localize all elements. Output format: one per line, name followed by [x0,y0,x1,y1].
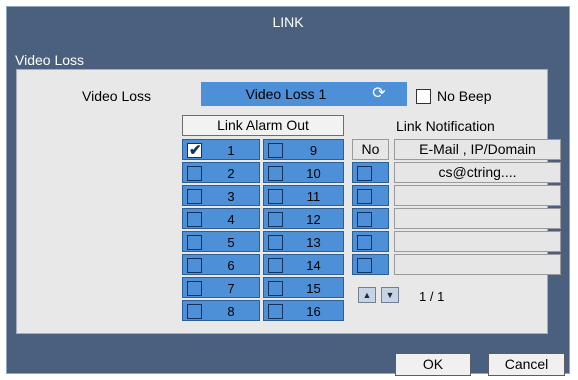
alarm-out-number: 15 [306,281,321,296]
video-loss-value: Video Loss 1 [245,86,327,102]
alarm-out-number: 4 [227,212,235,227]
notification-target[interactable] [394,231,561,252]
link-alarm-out-header: Link Alarm Out [182,115,344,136]
alarm-out-11[interactable]: 11 [263,185,344,206]
alarm-out-6[interactable]: 6 [182,254,260,275]
alarm-out-checkbox[interactable] [268,235,283,250]
alarm-out-2[interactable]: 2 [182,162,260,183]
alarm-out-8[interactable]: 8 [182,300,260,321]
alarm-out-number: 1 [227,143,235,158]
alarm-out-13[interactable]: 13 [263,231,344,252]
arrow-down-icon[interactable]: ▼ [381,287,399,303]
alarm-out-number: 14 [306,258,321,273]
video-loss-dropdown[interactable]: Video Loss 1 ⟳ [201,82,407,106]
col-no-header: No [352,139,389,160]
notification-checkbox[interactable] [357,212,372,227]
notification-select[interactable] [352,185,389,206]
notification-checkbox[interactable] [357,258,372,273]
alarm-out-checkbox[interactable] [187,281,202,296]
alarm-out-3[interactable]: 3 [182,185,260,206]
arrow-up-icon[interactable]: ▲ [358,287,376,303]
dialog-title: LINK [272,14,304,30]
alarm-out-checkbox[interactable] [268,281,283,296]
notification-checkbox[interactable] [357,189,372,204]
notification-select[interactable] [352,208,389,229]
alarm-out-checkbox[interactable] [187,304,202,319]
notification-checkbox[interactable] [357,235,372,250]
alarm-out-number: 2 [227,166,235,181]
notification-select[interactable] [352,254,389,275]
notification-checkbox[interactable] [357,166,372,181]
cancel-button[interactable]: Cancel [488,353,565,376]
alarm-out-number: 3 [227,189,235,204]
alarm-out-number: 6 [227,258,235,273]
alarm-out-14[interactable]: 14 [263,254,344,275]
alarm-out-checkbox[interactable] [268,258,283,273]
alarm-out-12[interactable]: 12 [263,208,344,229]
notification-target[interactable] [394,185,561,206]
alarm-out-7[interactable]: 7 [182,277,260,298]
alarm-out-checkbox[interactable] [268,189,283,204]
alarm-out-1[interactable]: ✔ 1 [182,139,260,160]
notification-target[interactable] [394,254,561,275]
no-beep-label: No Beep [437,88,492,104]
ok-button[interactable]: OK [395,353,471,376]
alarm-out-number: 9 [309,143,318,158]
alarm-out-number: 13 [306,235,321,250]
alarm-out-checkbox[interactable] [187,212,202,227]
alarm-out-9[interactable]: 9 [263,139,344,160]
alarm-out-10[interactable]: 10 [263,162,344,183]
notification-select[interactable] [352,162,389,183]
alarm-out-number: 5 [227,235,235,250]
alarm-out-number: 10 [306,166,321,181]
alarm-out-number: 7 [227,281,235,296]
alarm-out-checkbox[interactable] [268,304,283,319]
alarm-out-number: 12 [306,212,321,227]
alarm-out-checkbox[interactable] [187,166,202,181]
col-target-header: E-Mail , IP/Domain [394,139,561,160]
alarm-out-checkbox[interactable] [187,235,202,250]
alarm-out-number: 16 [306,304,321,319]
section-title: Video Loss [15,52,85,68]
alarm-out-checkbox[interactable] [268,166,283,181]
page-indicator: 1 / 1 [419,289,445,304]
alarm-out-checkbox[interactable] [268,143,283,158]
refresh-icon[interactable]: ⟳ [369,84,389,104]
alarm-out-checkbox[interactable] [187,258,202,273]
alarm-out-checkbox[interactable] [268,212,283,227]
alarm-out-5[interactable]: 5 [182,231,260,252]
alarm-out-number: 11 [306,189,321,204]
link-notification-header: Link Notification [396,118,495,134]
alarm-out-checkbox[interactable]: ✔ [187,142,202,159]
alarm-out-checkbox[interactable] [187,189,202,204]
alarm-out-number: 8 [227,304,235,319]
alarm-out-16[interactable]: 16 [263,300,344,321]
alarm-out-4[interactable]: 4 [182,208,260,229]
notification-select[interactable] [352,231,389,252]
notification-target[interactable]: cs@ctring.... [394,162,561,183]
no-beep-checkbox[interactable] [416,89,431,104]
video-loss-label: Video Loss [82,88,152,104]
checkmark-icon: ✔ [189,142,202,159]
notification-target[interactable] [394,208,561,229]
alarm-out-15[interactable]: 15 [263,277,344,298]
